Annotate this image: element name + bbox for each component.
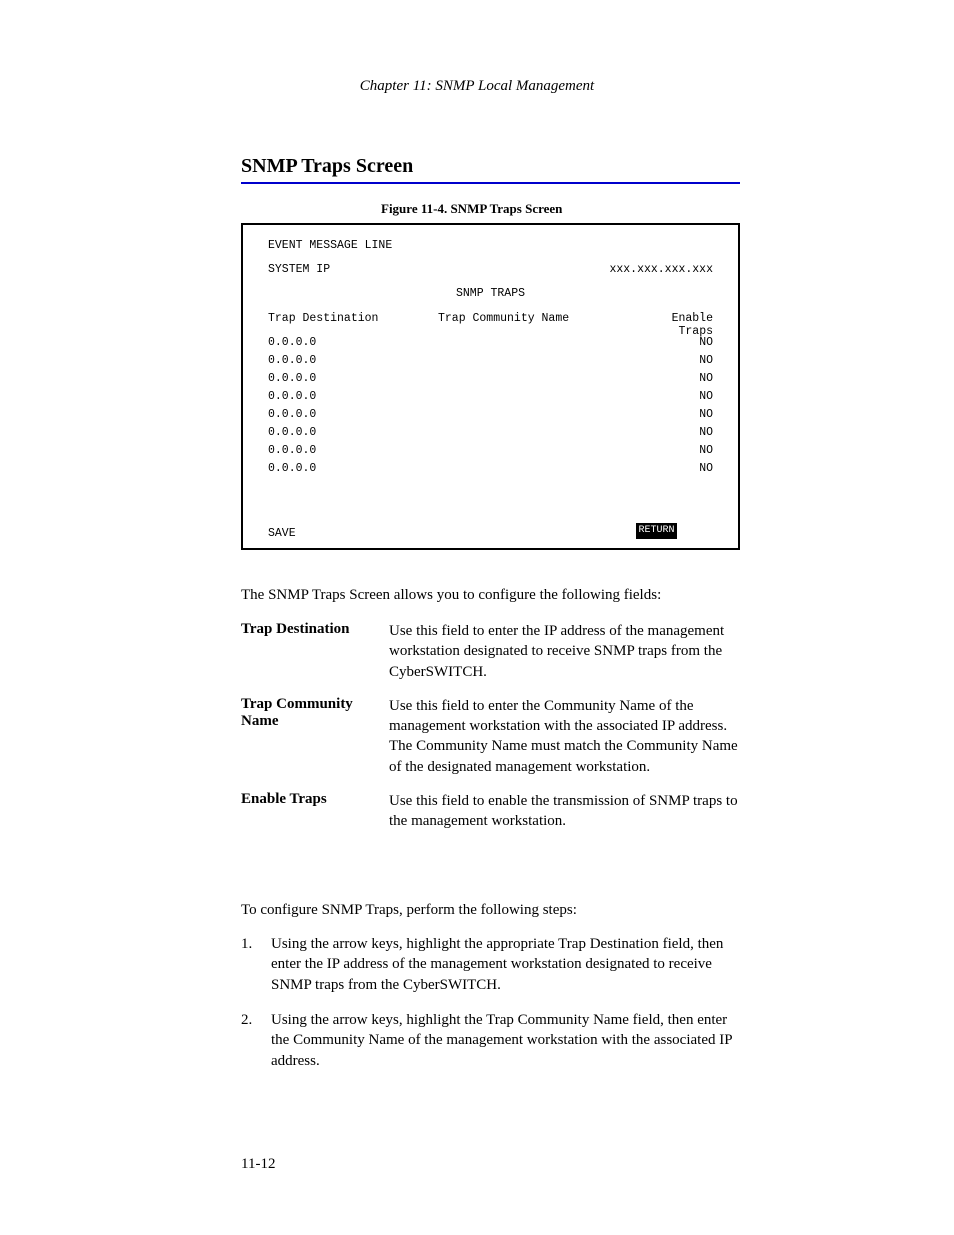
step-text: Using the arrow keys, highlight the Trap…	[271, 1010, 740, 1071]
trap-row: 0.0.0.0 NO	[268, 408, 713, 421]
trap-enable-value: NO	[699, 354, 713, 367]
trap-dest-value: 0.0.0.0	[268, 372, 316, 385]
field-row: Enable Traps Use this field to enable th…	[241, 791, 740, 832]
field-desc: Use this field to enable the transmissio…	[389, 791, 740, 832]
step-1: 1. Using the arrow keys, highlight the a…	[241, 934, 740, 995]
screen-title: SNMP TRAPS	[268, 287, 713, 300]
field-desc: Use this field to enter the Community Na…	[389, 696, 740, 777]
trap-row: 0.0.0.0 NO	[268, 354, 713, 367]
col-trap-community: Trap Community Name	[438, 312, 638, 338]
trap-column-headers: Trap Destination Trap Community Name Ena…	[268, 312, 713, 338]
trap-dest-value: 0.0.0.0	[268, 390, 316, 403]
section-title: SNMP Traps Screen	[241, 155, 740, 178]
step-number: 1.	[241, 934, 271, 995]
page: Chapter 11: SNMP Local Management SNMP T…	[0, 0, 954, 1235]
trap-dest-value: 0.0.0.0	[268, 336, 316, 349]
col-trap-destination: Trap Destination	[268, 312, 438, 338]
trap-dest-value: 0.0.0.0	[268, 426, 316, 439]
trap-row: 0.0.0.0 NO	[268, 390, 713, 403]
intro-paragraph: The SNMP Traps Screen allows you to conf…	[241, 585, 740, 605]
event-message-line: EVENT MESSAGE LINE	[268, 239, 392, 252]
trap-enable-value: NO	[699, 408, 713, 421]
field-row: Trap Community Name Use this field to en…	[241, 696, 740, 777]
figure-caption: Figure 11-4. SNMP Traps Screen	[381, 201, 562, 217]
system-ip-value: xxx.xxx.xxx.xxx	[609, 263, 713, 276]
trap-enable-value: NO	[699, 390, 713, 403]
trap-enable-value: NO	[699, 444, 713, 457]
system-info-line: SYSTEM IP xxx.xxx.xxx.xxx	[268, 263, 713, 276]
section-title-underline	[241, 182, 740, 184]
step-text: Using the arrow keys, highlight the appr…	[271, 934, 740, 995]
page-number: 11-12	[241, 1156, 275, 1173]
field-label: Trap Community Name	[241, 696, 389, 777]
save-button-label: SAVE	[268, 527, 296, 540]
trap-dest-value: 0.0.0.0	[268, 408, 316, 421]
trap-row: 0.0.0.0 NO	[268, 462, 713, 475]
trap-enable-value: NO	[699, 462, 713, 475]
field-label: Enable Traps	[241, 791, 389, 832]
trap-enable-value: NO	[699, 372, 713, 385]
trap-row: 0.0.0.0 NO	[268, 426, 713, 439]
screen-title-text: SNMP TRAPS	[456, 287, 525, 300]
steps-intro: To configure SNMP Traps, perform the fol…	[241, 900, 740, 920]
step-number: 2.	[241, 1010, 271, 1071]
field-definitions: Trap Destination Use this field to enter…	[241, 621, 740, 835]
trap-enable-value: NO	[699, 336, 713, 349]
trap-row: 0.0.0.0 NO	[268, 336, 713, 349]
trap-dest-value: 0.0.0.0	[268, 354, 316, 367]
field-label: Trap Destination	[241, 621, 389, 682]
trap-dest-value: 0.0.0.0	[268, 462, 316, 475]
field-row: Trap Destination Use this field to enter…	[241, 621, 740, 682]
running-header: Chapter 11: SNMP Local Management	[0, 78, 954, 95]
system-ip-label: SYSTEM IP	[268, 263, 330, 276]
field-desc: Use this field to enter the IP address o…	[389, 621, 740, 682]
col-enable-traps: Enable Traps	[638, 312, 713, 338]
step-2: 2. Using the arrow keys, highlight the T…	[241, 1010, 740, 1071]
return-button[interactable]: RETURN	[636, 523, 677, 539]
trap-dest-value: 0.0.0.0	[268, 444, 316, 457]
trap-row: 0.0.0.0 NO	[268, 372, 713, 385]
trap-enable-value: NO	[699, 426, 713, 439]
trap-row: 0.0.0.0 NO	[268, 444, 713, 457]
